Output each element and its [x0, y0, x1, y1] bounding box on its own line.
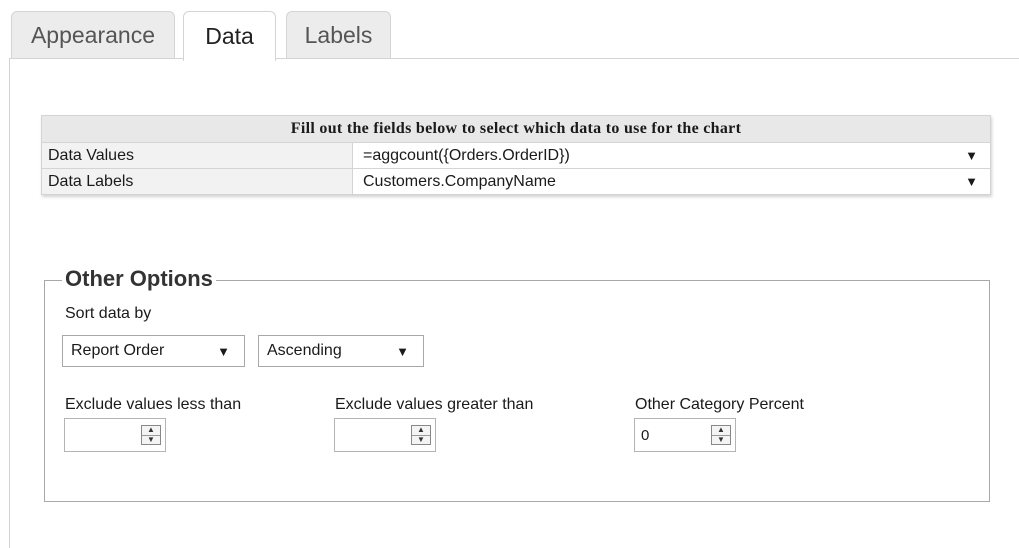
data-labels-label: Data Labels	[41, 168, 353, 195]
exclude-greater-label: Exclude values greater than	[335, 396, 534, 413]
tab-appearance[interactable]: Appearance	[11, 11, 175, 59]
sort-by-select[interactable]: Report Order ▼	[62, 335, 245, 367]
exclude-less-input[interactable]: ▲ ▼	[64, 418, 166, 452]
tab-labels[interactable]: Labels	[286, 11, 391, 59]
spin-down-icon[interactable]: ▼	[142, 435, 160, 445]
other-category-stepper[interactable]: ▲ ▼	[711, 425, 731, 445]
data-selection-table: Fill out the fields below to select whic…	[41, 115, 991, 195]
sort-direction-select[interactable]: Ascending ▼	[258, 335, 424, 367]
tab-data[interactable]: Data	[183, 11, 276, 61]
other-category-value: 0	[641, 426, 650, 444]
chevron-down-icon[interactable]: ▼	[965, 148, 984, 163]
sort-data-label: Sort data by	[65, 305, 152, 322]
exclude-less-stepper[interactable]: ▲ ▼	[141, 425, 161, 445]
table-row: Data Labels Customers.CompanyName ▼	[41, 168, 991, 195]
chevron-down-icon: ▼	[217, 343, 230, 359]
data-values-label: Data Values	[41, 142, 353, 169]
exclude-greater-input[interactable]: ▲ ▼	[334, 418, 436, 452]
sort-by-value: Report Order	[71, 342, 165, 359]
exclude-greater-stepper[interactable]: ▲ ▼	[411, 425, 431, 445]
chevron-down-icon[interactable]: ▼	[965, 174, 984, 189]
data-values-value: =aggcount({Orders.OrderID})	[363, 146, 570, 164]
other-category-label: Other Category Percent	[635, 396, 804, 413]
other-options-legend: Other Options	[62, 266, 216, 292]
sort-direction-value: Ascending	[267, 342, 342, 359]
chevron-down-icon: ▼	[396, 343, 409, 359]
spin-down-icon[interactable]: ▼	[412, 435, 430, 445]
table-row: Data Values =aggcount({Orders.OrderID}) …	[41, 142, 991, 169]
other-options-group	[44, 280, 990, 502]
table-caption: Fill out the fields below to select whic…	[41, 115, 991, 143]
data-labels-value: Customers.CompanyName	[363, 172, 556, 190]
exclude-less-label: Exclude values less than	[65, 396, 242, 413]
other-category-input[interactable]: 0 ▲ ▼	[634, 418, 736, 452]
spin-down-icon[interactable]: ▼	[712, 435, 730, 445]
data-labels-dropdown[interactable]: Customers.CompanyName ▼	[352, 168, 991, 195]
data-values-dropdown[interactable]: =aggcount({Orders.OrderID}) ▼	[352, 142, 991, 169]
